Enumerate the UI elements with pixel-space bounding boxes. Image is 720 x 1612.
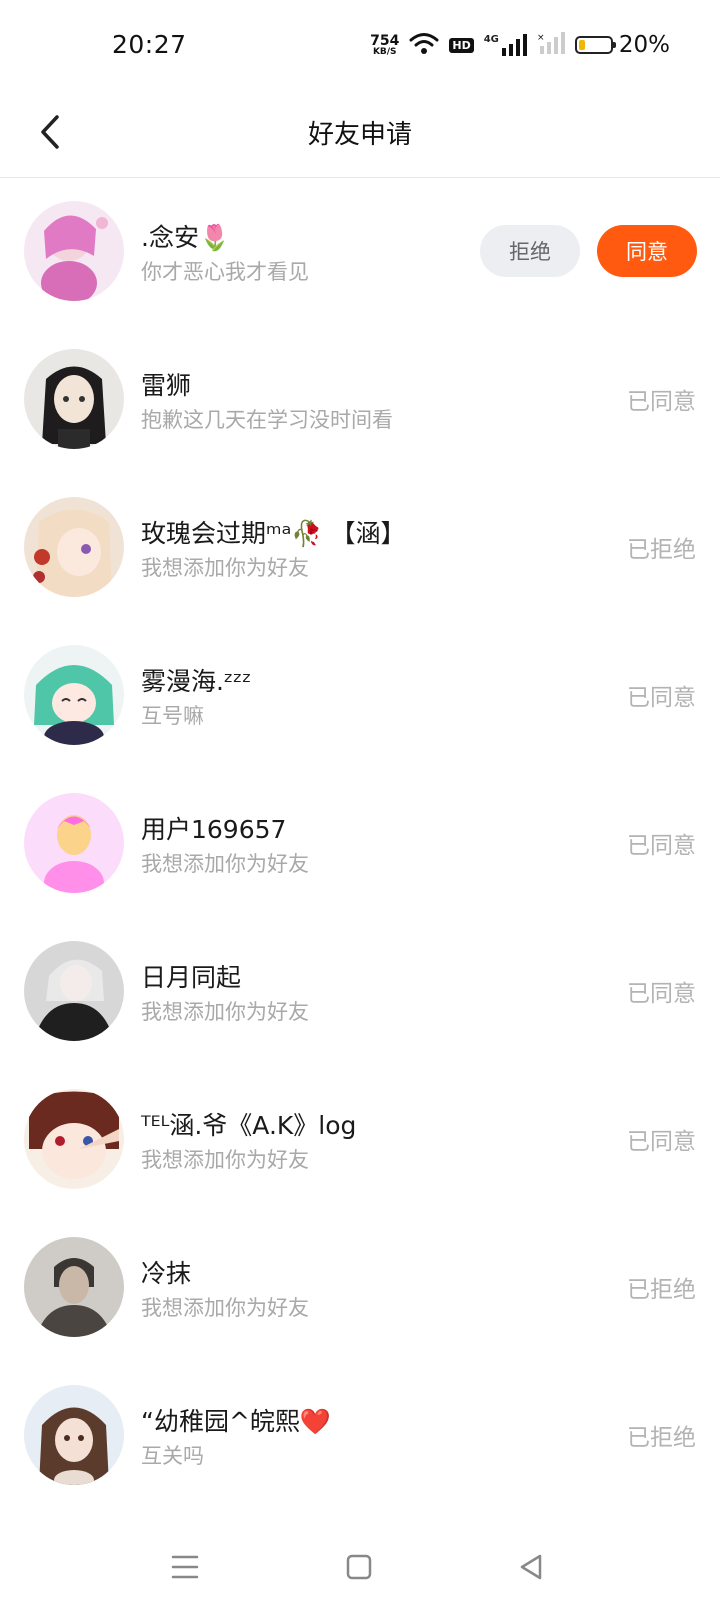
hd-badge: HD xyxy=(449,37,474,53)
avatar[interactable] xyxy=(24,1237,124,1337)
menu-icon xyxy=(171,1555,199,1579)
request-status: 已同意 xyxy=(627,389,696,415)
battery-fill xyxy=(578,40,585,50)
avatar[interactable] xyxy=(24,349,124,449)
battery: 20% xyxy=(574,32,670,58)
friend-request-row[interactable]: 玫瑰会过期ᵐᵃ🥀 【涵】 我想添加你为好友 已拒绝 xyxy=(0,474,720,622)
avatar[interactable] xyxy=(24,201,124,301)
avatar[interactable] xyxy=(24,941,124,1041)
friend-name: 雾漫海.ᶻᶻᶻ xyxy=(141,667,252,696)
net-speed-value: 754 xyxy=(370,32,400,49)
friend-name: 雷狮 xyxy=(141,371,192,400)
request-message: 你才恶心我才看见 xyxy=(141,260,309,284)
request-status: 已同意 xyxy=(627,833,696,859)
request-status: 已同意 xyxy=(627,685,696,711)
home-button[interactable] xyxy=(339,1547,379,1587)
request-message: 我想添加你为好友 xyxy=(141,1000,309,1024)
request-message: 我想添加你为好友 xyxy=(141,1296,309,1320)
home-square-icon xyxy=(346,1554,372,1580)
battery-icon xyxy=(574,36,616,54)
friend-name: 冷抹 xyxy=(141,1259,192,1288)
accept-button[interactable]: 同意 xyxy=(597,225,697,277)
request-message: 我想添加你为好友 xyxy=(141,852,309,876)
wifi-icon xyxy=(409,31,439,59)
avatar[interactable] xyxy=(24,1089,124,1189)
friend-request-row[interactable]: “幼稚园^皖熙❤️ 互关吗 已拒绝 xyxy=(0,1362,720,1510)
friend-request-row[interactable]: 冷抹 我想添加你为好友 已拒绝 xyxy=(0,1214,720,1362)
screen: 20:27 754 KB/S HD 4G × 20% 好友申请 .念安🌷 你才恶… xyxy=(0,0,720,1612)
signal-4g-icon: 4G xyxy=(484,34,527,56)
page-title: 好友申请 xyxy=(307,120,412,150)
friend-name: 用户169657 xyxy=(141,815,287,844)
request-message: 互号嘛 xyxy=(141,704,204,728)
friend-name: “幼稚园^皖熙❤️ xyxy=(141,1407,332,1436)
friend-name: 玫瑰会过期ᵐᵃ🥀 【涵】 xyxy=(141,519,406,548)
reject-button[interactable]: 拒绝 xyxy=(480,225,580,277)
system-back-button[interactable] xyxy=(511,1547,551,1587)
request-status: 已同意 xyxy=(627,981,696,1007)
status-icons: 754 KB/S HD 4G × 20% xyxy=(370,28,670,62)
menu-button[interactable] xyxy=(165,1547,205,1587)
system-nav-bar xyxy=(0,1522,720,1612)
friend-name: ᵀᴱᴸ涵.爷《A.K》log xyxy=(141,1111,357,1140)
friend-request-row[interactable]: 雷狮 抱歉这几天在学习没时间看 已同意 xyxy=(0,326,720,474)
avatar[interactable] xyxy=(24,497,124,597)
request-status: 已同意 xyxy=(627,1129,696,1155)
signal-empty-icon: × xyxy=(537,32,565,58)
request-status: 已拒绝 xyxy=(627,1425,696,1451)
avatar[interactable] xyxy=(24,793,124,893)
signal-label: 4G xyxy=(483,34,499,45)
avatar[interactable] xyxy=(24,1385,124,1485)
request-message: 我想添加你为好友 xyxy=(141,1148,309,1172)
request-status: 已拒绝 xyxy=(627,1277,696,1303)
friend-request-row[interactable]: 用户169657 我想添加你为好友 已同意 xyxy=(0,770,720,918)
net-speed: 754 KB/S xyxy=(370,34,399,57)
request-message: 抱歉这几天在学习没时间看 xyxy=(141,408,393,432)
avatar[interactable] xyxy=(24,645,124,745)
net-speed-unit: KB/S xyxy=(372,46,397,57)
status-time: 20:27 xyxy=(112,30,187,59)
svg-text:×: × xyxy=(537,33,545,43)
battery-percent: 20% xyxy=(618,32,670,58)
friend-name: .念安🌷 xyxy=(141,223,231,252)
status-bar: 20:27 754 KB/S HD 4G × 20% xyxy=(0,0,720,90)
request-message: 我想添加你为好友 xyxy=(141,556,309,580)
request-message: 互关吗 xyxy=(141,1444,204,1468)
friend-request-row[interactable]: 雾漫海.ᶻᶻᶻ 互号嘛 已同意 xyxy=(0,622,720,770)
friend-request-row[interactable]: ᵀᴱᴸ涵.爷《A.K》log 我想添加你为好友 已同意 xyxy=(0,1066,720,1214)
friend-name: 日月同起 xyxy=(141,963,242,992)
back-triangle-icon xyxy=(520,1554,542,1580)
request-status: 已拒绝 xyxy=(627,537,696,563)
friend-request-row[interactable]: .念安🌷 你才恶心我才看见 拒绝 同意 xyxy=(0,178,720,326)
friend-request-list: .念安🌷 你才恶心我才看见 拒绝 同意 雷狮 抱歉这几天在学习没时间看 已同意 xyxy=(0,178,720,1510)
nav-header: 好友申请 xyxy=(0,90,720,178)
friend-request-row[interactable]: 日月同起 我想添加你为好友 已同意 xyxy=(0,918,720,1066)
